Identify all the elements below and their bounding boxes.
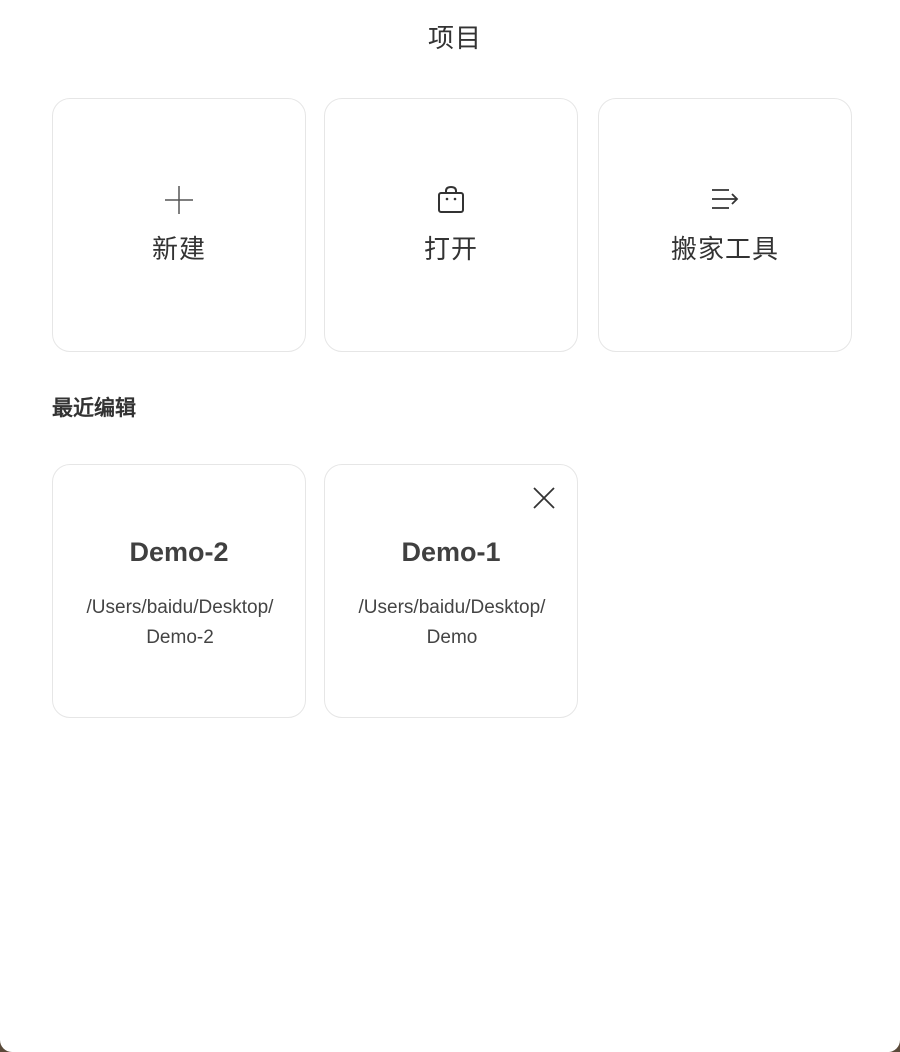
migration-tool-label: 搬家工具	[670, 235, 779, 265]
recent-project-name: Demo-2	[129, 537, 229, 567]
close-icon[interactable]	[531, 485, 557, 511]
new-project-button[interactable]: 新建	[52, 98, 306, 352]
recent-section-title: 最近编辑	[52, 396, 136, 420]
recent-project-card[interactable]: Demo-1 /Users/baidu/Desktop/Demo	[324, 464, 578, 718]
recent-project-card[interactable]: Demo-2 /Users/baidu/Desktop/Demo-2	[52, 464, 306, 718]
new-project-label: 新建	[151, 235, 206, 265]
migration-tool-button[interactable]: 搬家工具	[598, 98, 852, 352]
recent-project-name: Demo-1	[401, 537, 501, 567]
project-window: 项目 新建 打开 搬家工具 最近编辑 Demo-2 /Users/baidu/D…	[0, 0, 900, 1052]
recent-project-path: /Users/baidu/Desktop/Demo-2	[86, 597, 274, 648]
open-project-label: 打开	[423, 235, 478, 265]
plus-icon	[53, 183, 305, 217]
recent-project-path: /Users/baidu/Desktop/Demo	[358, 597, 546, 648]
page-title: 项目	[427, 24, 482, 54]
open-project-button[interactable]: 打开	[324, 98, 578, 352]
migrate-icon	[599, 183, 851, 217]
bag-icon	[325, 183, 577, 217]
